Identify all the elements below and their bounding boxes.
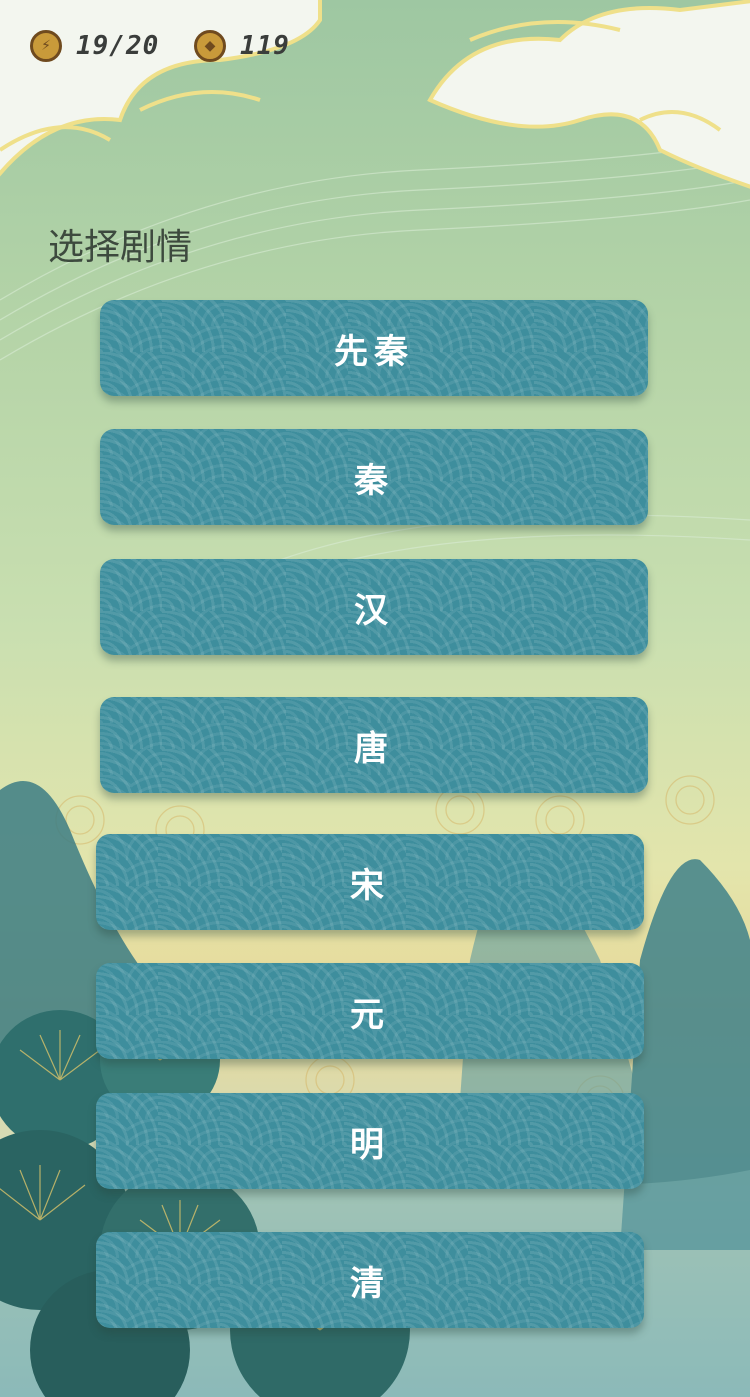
era-button-xianqin[interactable]: 先秦	[100, 300, 648, 396]
era-button-song[interactable]: 宋	[96, 834, 644, 930]
era-button-qin[interactable]: 秦	[100, 429, 648, 525]
coin-counter: ◆ 119	[194, 26, 290, 66]
lightning-coin-icon: ⚡	[30, 30, 62, 62]
page-title: 选择剧情	[48, 227, 193, 268]
era-button-tang[interactable]: 唐	[100, 697, 648, 793]
era-button-qing[interactable]: 清	[96, 1232, 644, 1328]
cloud-right	[427, 0, 750, 189]
coin-value: 119	[240, 31, 290, 61]
diamond-coin-icon: ◆	[194, 30, 226, 62]
era-button-ming[interactable]: 明	[96, 1093, 644, 1189]
energy-counter: ⚡ 19/20	[30, 26, 159, 66]
era-button-han[interactable]: 汉	[100, 559, 648, 655]
era-button-yuan[interactable]: 元	[96, 963, 644, 1059]
energy-value: 19/20	[76, 31, 160, 61]
